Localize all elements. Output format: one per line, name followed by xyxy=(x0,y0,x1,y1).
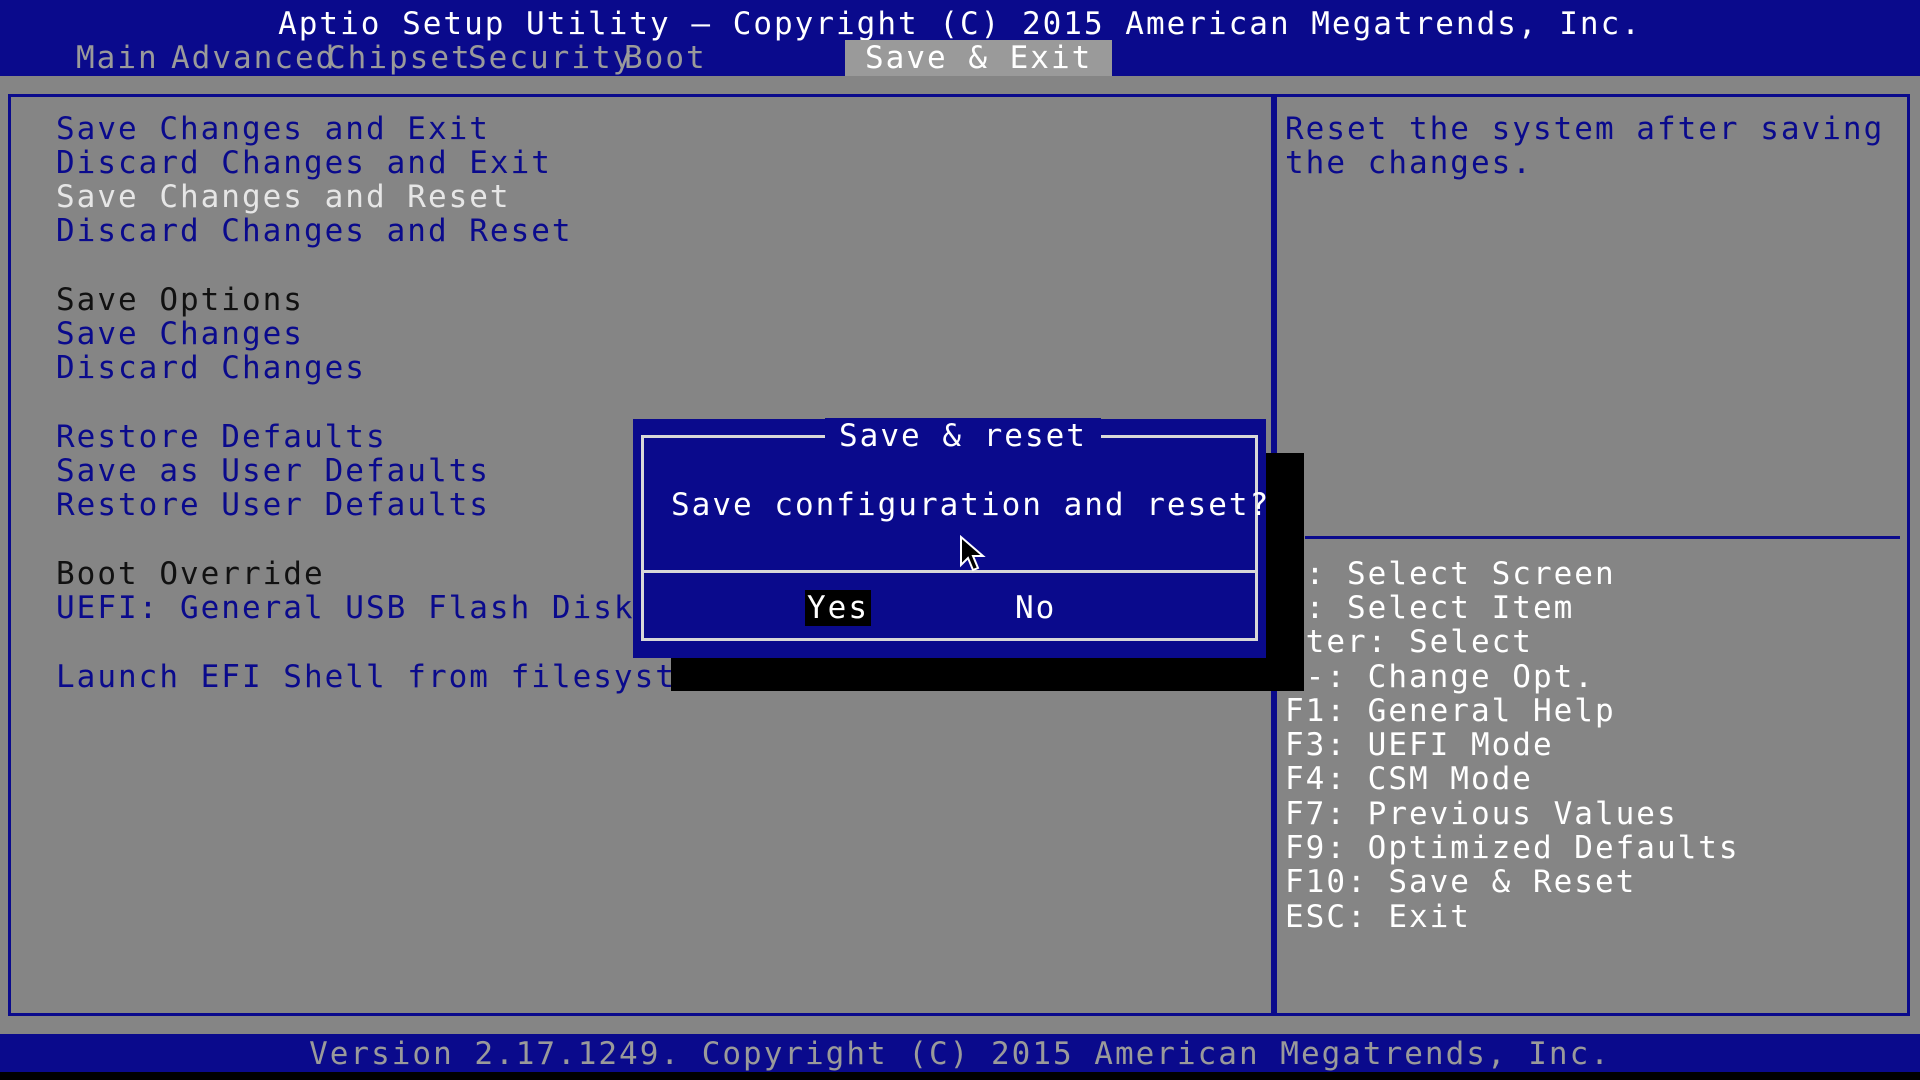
help-description-line-2: the changes. xyxy=(1285,145,1533,181)
key-hint-select-item: ↓: Select Item xyxy=(1285,590,1575,626)
key-hint-f9: F9: Optimized Defaults xyxy=(1285,830,1740,866)
key-hint-f7: F7: Previous Values xyxy=(1285,796,1678,832)
boot-override-heading: Boot Override xyxy=(56,556,325,592)
key-hint-change-opt: /-: Change Opt. xyxy=(1285,659,1595,695)
key-hint-f3: F3: UEFI Mode xyxy=(1285,727,1554,763)
mouse-pointer-icon xyxy=(959,534,987,583)
menu-item-restore-defaults[interactable]: Restore Defaults xyxy=(56,419,387,455)
no-button[interactable]: No xyxy=(1015,590,1056,626)
key-hint-select-screen: ←: Select Screen xyxy=(1285,556,1616,592)
dialog-title: Save & reset xyxy=(825,418,1101,454)
menu-item-discard-changes-and-exit[interactable]: Discard Changes and Exit xyxy=(56,145,552,181)
menu-item-discard-changes-and-reset[interactable]: Discard Changes and Reset xyxy=(56,213,573,249)
key-hint-enter: nter: Select xyxy=(1285,624,1533,660)
version-text: Version 2.17.1249. Copyright (C) 2015 Am… xyxy=(309,1036,1611,1072)
menu-item-save-changes[interactable]: Save Changes xyxy=(56,316,304,352)
help-description-line-1: Reset the system after saving xyxy=(1285,111,1885,147)
key-hint-f4: F4: CSM Mode xyxy=(1285,761,1533,797)
dialog-shadow xyxy=(1266,453,1304,691)
dialog-message: Save configuration and reset? xyxy=(671,487,1271,523)
dialog-separator xyxy=(644,570,1255,573)
key-hint-esc: ESC: Exit xyxy=(1285,899,1471,935)
menu-item-save-user-defaults[interactable]: Save as User Defaults xyxy=(56,453,490,489)
menu-item-discard-changes[interactable]: Discard Changes xyxy=(56,350,366,386)
help-divider xyxy=(1305,536,1900,539)
tab-save-exit[interactable]: Save & Exit xyxy=(845,40,1113,76)
menu-item-save-changes-and-exit[interactable]: Save Changes and Exit xyxy=(56,111,490,147)
menu-item-launch-efi-shell[interactable]: Launch EFI Shell from filesystem xyxy=(56,659,717,695)
tab-boot[interactable]: Boot xyxy=(606,40,725,76)
yes-button[interactable]: Yes xyxy=(805,590,871,626)
dialog-shadow-bottom xyxy=(671,658,1304,691)
key-hint-f10: F10: Save & Reset xyxy=(1285,864,1637,900)
save-options-heading: Save Options xyxy=(56,282,304,318)
menu-item-save-changes-and-reset[interactable]: Save Changes and Reset xyxy=(56,179,511,215)
menu-item-boot-override-usb[interactable]: UEFI: General USB Flash Disk 1 xyxy=(56,590,676,626)
dialog-border xyxy=(641,435,1258,641)
key-hint-f1: F1: General Help xyxy=(1285,693,1616,729)
bios-title: Aptio Setup Utility – Copyright (C) 2015… xyxy=(278,6,1642,42)
menu-item-restore-user-defaults[interactable]: Restore User Defaults xyxy=(56,487,490,523)
